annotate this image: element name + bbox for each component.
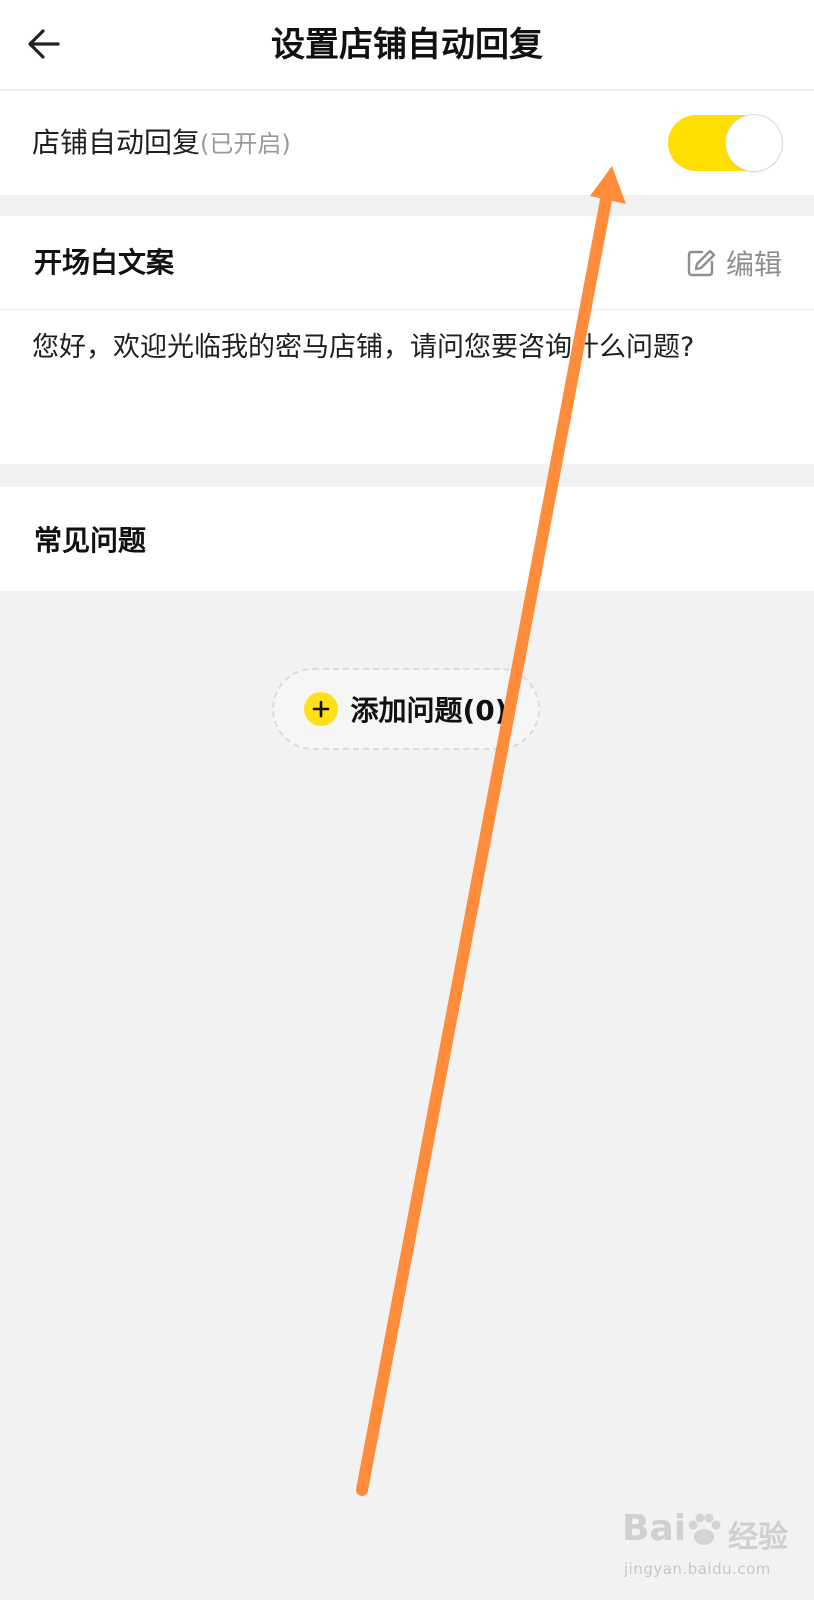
paw-icon — [688, 1513, 721, 1545]
greeting-header: 开场白文案 编辑 — [0, 216, 814, 310]
faq-title: 常见问题 — [34, 524, 147, 557]
watermark-url: jingyan.baidu.com — [624, 1560, 771, 1578]
edit-icon — [687, 249, 716, 277]
edit-button[interactable]: 编辑 — [686, 216, 782, 310]
add-question-button[interactable]: 添加问题(0) — [272, 668, 540, 750]
watermark-brand: Bai — [622, 1508, 687, 1549]
greeting-section: 开场白文案 编辑 您好，欢迎光临我的密马店铺，请问您要咨询什么问题? — [0, 216, 814, 464]
baidu-watermark: Bai 经验 jingyan.baidu.com — [622, 1508, 792, 1588]
page-title: 设置店铺自动回复 — [271, 25, 543, 65]
greeting-title: 开场白文案 — [34, 246, 175, 279]
watermark-suffix: 经验 — [728, 1520, 788, 1555]
header-bar: 设置店铺自动回复 — [0, 0, 814, 90]
auto-reply-toggle[interactable] — [668, 115, 782, 171]
faq-section: 常见问题 — [0, 487, 814, 591]
plus-icon — [313, 700, 330, 718]
auto-reply-label-group: 店铺自动回复(已开启) — [32, 91, 291, 195]
auto-reply-status: (已开启) — [200, 130, 291, 158]
add-question-label: 添加问题(0) — [350, 694, 508, 727]
auto-reply-label: 店铺自动回复 — [32, 126, 201, 159]
toggle-knob — [726, 115, 782, 171]
greeting-text: 您好，欢迎光临我的密马店铺，请问您要咨询什么问题? — [32, 332, 695, 363]
edit-label: 编辑 — [725, 248, 782, 281]
auto-reply-row: 店铺自动回复(已开启) — [0, 91, 814, 195]
plus-circle-icon — [304, 692, 339, 726]
